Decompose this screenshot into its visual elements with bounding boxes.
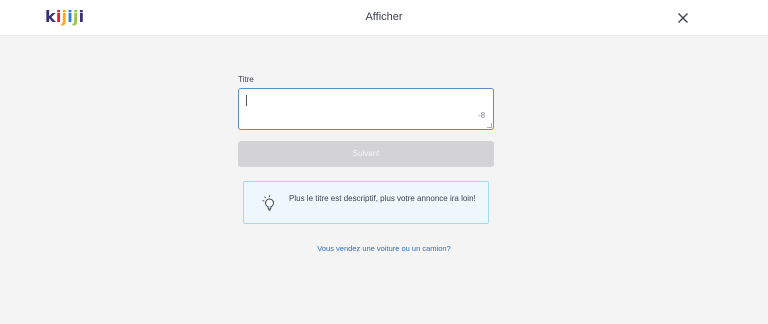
page-title: Afficher [365,11,403,23]
close-icon[interactable] [676,11,690,25]
resize-handle[interactable] [487,123,492,128]
next-button[interactable]: Suivant [238,141,494,167]
text-caret [246,95,247,106]
title-input[interactable] [238,88,494,130]
tip-text: Plus le titre est descriptif, plus votre… [289,194,476,203]
lightbulb-icon [262,195,274,211]
top-bar: kijiji Afficher [0,0,768,36]
title-field-label: Titre [238,75,254,84]
tip-box: Plus le titre est descriptif, plus votre… [243,181,489,224]
vehicle-seller-link[interactable]: Vous vendez une voiture ou un camion? [0,244,768,253]
char-counter: -8 [478,111,486,120]
